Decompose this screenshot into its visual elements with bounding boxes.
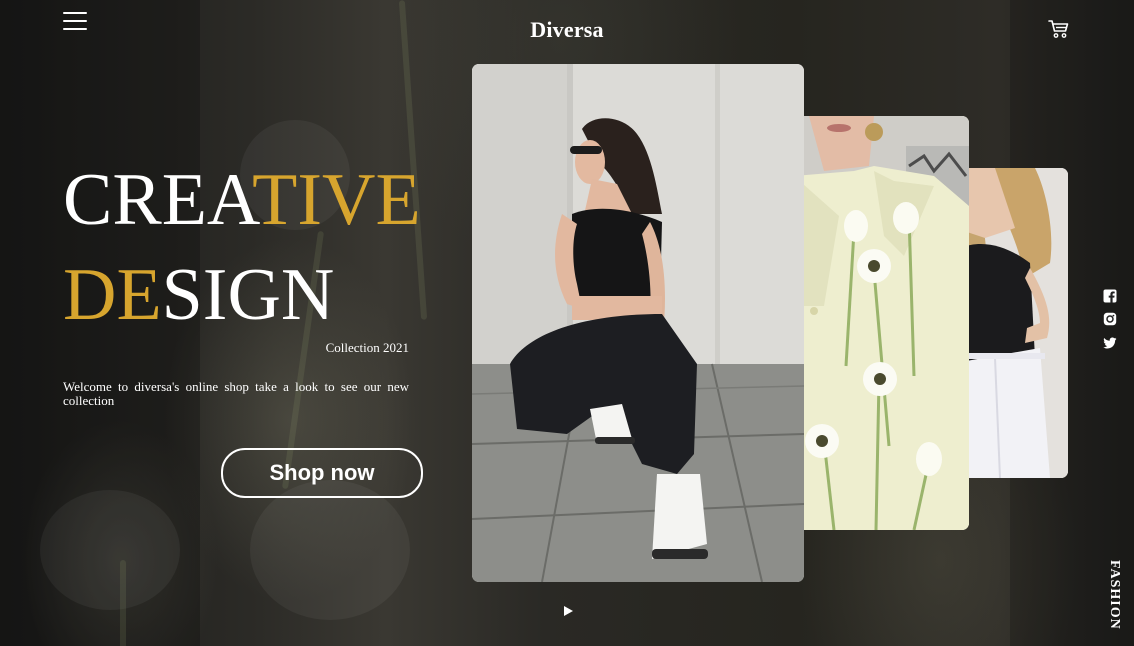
blazer-daisies-photo [794, 116, 969, 530]
instagram-icon[interactable] [1103, 312, 1117, 326]
collection-label: Collection 2021 [325, 340, 409, 355]
gallery-card-2[interactable] [794, 116, 969, 530]
model-crouching-photo [472, 64, 804, 582]
background-flower-shape [40, 490, 180, 610]
twitter-icon[interactable] [1103, 336, 1117, 350]
background-stem [120, 560, 126, 646]
play-icon[interactable] [562, 604, 574, 616]
welcome-text: Welcome to diversa's online shop take a … [63, 379, 409, 408]
gallery-card-1[interactable] [472, 64, 804, 582]
brand-logo[interactable]: Diversa [0, 17, 1134, 43]
hero-title-line2: DESIGN [63, 258, 334, 332]
shopping-cart-icon[interactable] [1048, 19, 1070, 39]
fashion-side-label: FASHION [1107, 560, 1122, 630]
hero-title-white: CREA [63, 159, 253, 241]
model-white-jeans-photo [955, 168, 1068, 478]
hero-title-white: SIGN [161, 254, 335, 336]
shop-now-button[interactable]: Shop now [221, 448, 423, 498]
hero-title-line1: CREATIVE [63, 163, 421, 237]
hero-title-gold: TIVE [252, 159, 421, 241]
background-flower-shape [250, 480, 410, 620]
gallery-card-3[interactable] [955, 168, 1068, 478]
landing-page: Diversa CREATIVE DESIGN Collection 2021 … [0, 0, 1134, 646]
facebook-icon[interactable] [1103, 289, 1117, 303]
hero-title-gold: DE [63, 254, 162, 336]
